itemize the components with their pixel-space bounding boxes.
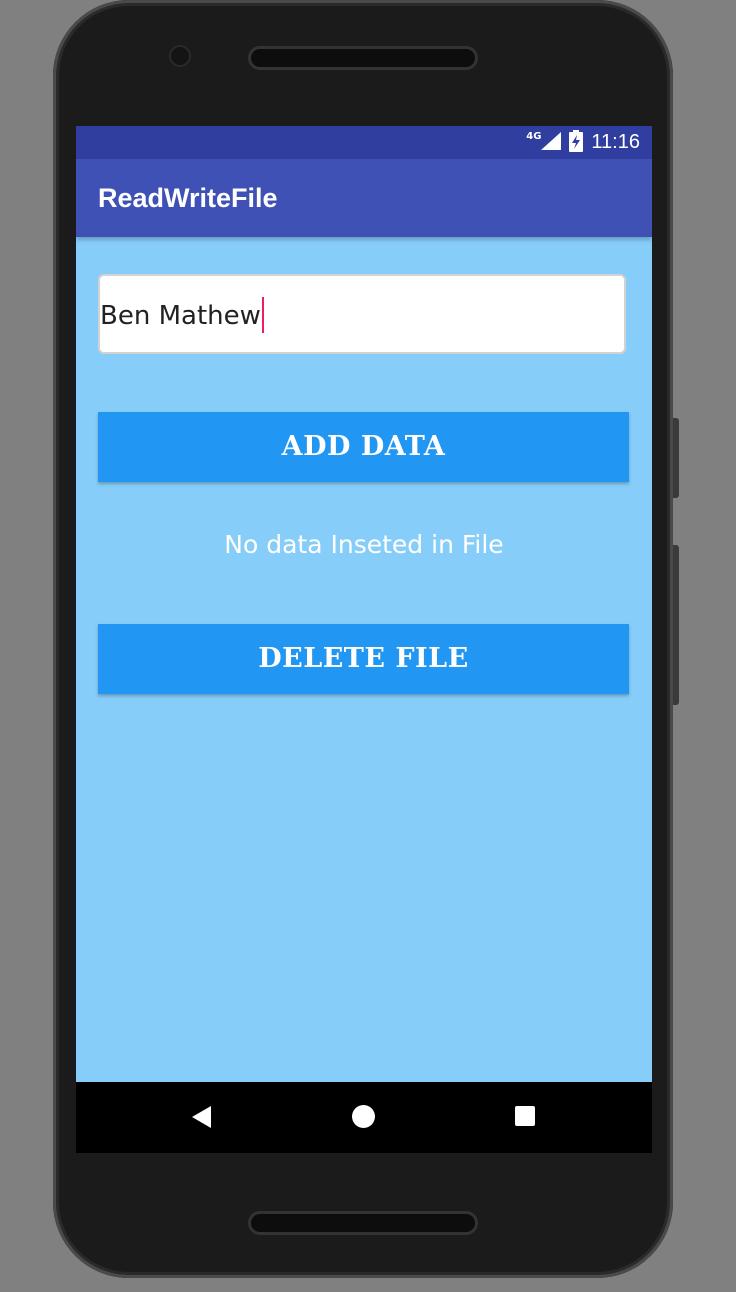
front-camera bbox=[171, 47, 189, 65]
power-button bbox=[673, 545, 679, 705]
status-bar: 4G 11:16 bbox=[76, 126, 652, 159]
volume-button bbox=[673, 418, 679, 498]
name-input-value: Ben Mathew bbox=[100, 301, 261, 331]
battery-icon bbox=[569, 129, 584, 156]
device-screen: 4G 11:16 ReadWriteFile Ben Mathew ADD DA… bbox=[76, 126, 652, 1153]
add-data-button[interactable]: ADD DATA bbox=[98, 412, 629, 482]
delete-file-button[interactable]: DELETE FILE bbox=[98, 624, 629, 694]
app-title: ReadWriteFile bbox=[98, 183, 278, 213]
bottom-speaker bbox=[251, 1214, 475, 1232]
back-icon[interactable] bbox=[192, 1106, 211, 1128]
recents-icon[interactable] bbox=[515, 1106, 535, 1126]
app-bar: ReadWriteFile bbox=[76, 159, 652, 237]
status-time: 11:16 bbox=[591, 131, 640, 153]
signal-icon bbox=[541, 131, 562, 154]
text-caret bbox=[261, 296, 264, 333]
file-status-message: No data Inseted in File bbox=[224, 530, 504, 559]
home-icon[interactable] bbox=[352, 1105, 375, 1128]
input-value-wrapper: Ben Mathew bbox=[100, 276, 264, 356]
top-speaker bbox=[251, 49, 475, 67]
network-type: 4G bbox=[526, 131, 542, 142]
navigation-bar bbox=[76, 1082, 652, 1153]
name-input[interactable]: Ben Mathew bbox=[98, 274, 626, 354]
